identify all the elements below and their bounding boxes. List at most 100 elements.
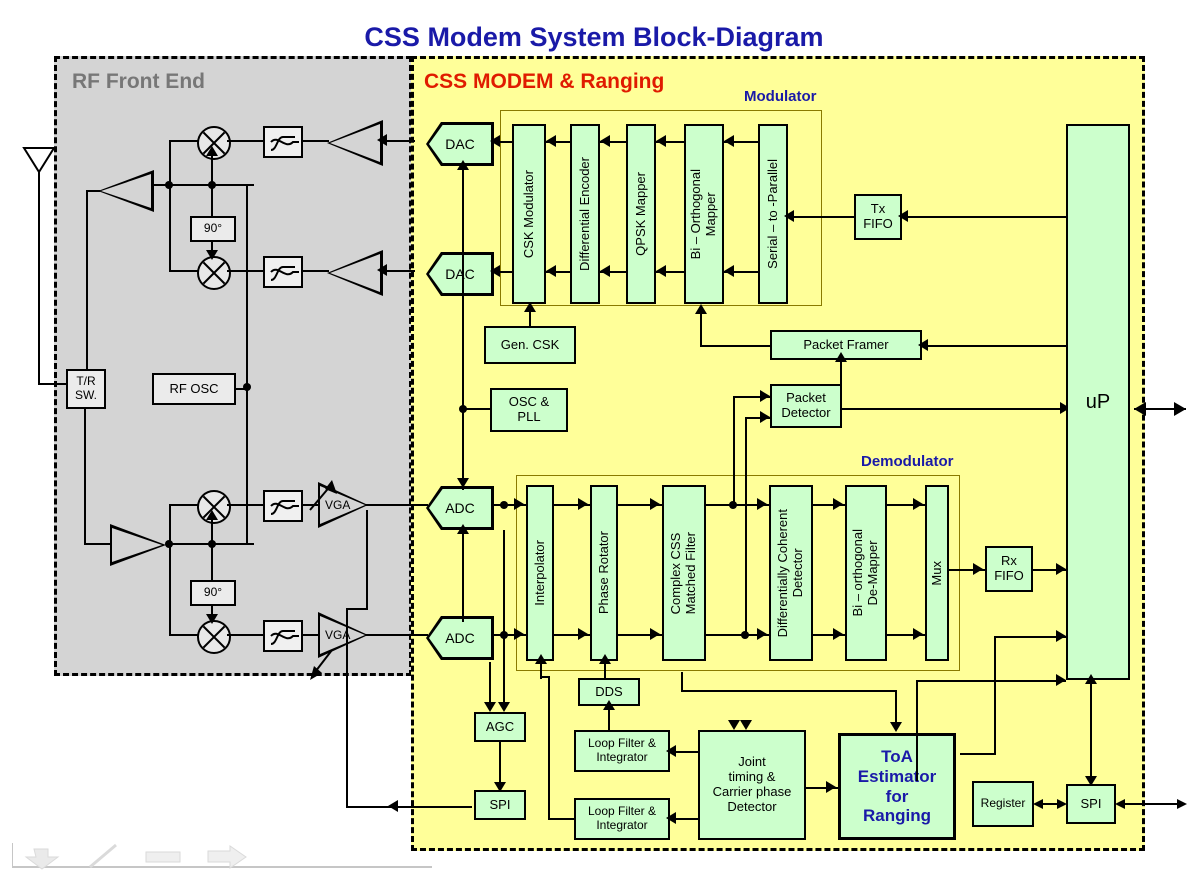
toa-trigger-arrow — [890, 722, 902, 732]
packet-detector-block[interactable]: Packet Detector — [770, 384, 842, 428]
demod-dcd-label: Differentially Coherent Detector — [775, 508, 805, 638]
s2p-in-arrow — [784, 210, 794, 222]
toa-trigger-src-v — [681, 672, 683, 692]
demod-block-differentially-coherent-detector[interactable]: Differentially Coherent Detector — [769, 485, 813, 661]
pd-in1-v — [733, 396, 735, 506]
toa-estimator-block[interactable]: ToA Estimator for Ranging — [838, 733, 956, 840]
mod-arrow-u1 — [490, 135, 500, 147]
rx-fifo-line2: FIFO — [994, 568, 1024, 583]
rx-phase-shift-label: 90° — [203, 585, 223, 600]
mod-arrow-u3 — [600, 135, 610, 147]
dm-u5-arrow — [913, 498, 923, 510]
dm-u1-arrow — [578, 498, 588, 510]
clk-dac-i-arrow — [457, 160, 469, 170]
lf2-to-interp-v — [548, 676, 550, 820]
joint-timing-detector-block[interactable]: Joint timing & Carrier phase Detector — [698, 730, 806, 840]
rx-osc-tap-h — [211, 543, 248, 545]
antenna-feed-line — [38, 170, 40, 385]
loop-filter-1-block[interactable]: Loop Filter & Integrator — [574, 730, 670, 772]
dac-q-to-amp — [383, 270, 415, 272]
loop-filter-2-block[interactable]: Loop Filter & Integrator — [574, 798, 670, 840]
agc-ctrl-h1 — [346, 608, 368, 610]
rx-mix-i-to-filt — [227, 504, 263, 506]
loop-filter-2-line2: Integrator — [596, 818, 648, 832]
adc-q-out-arrow — [514, 628, 524, 640]
rf-osc-block[interactable]: RF OSC — [152, 373, 236, 405]
joint-line3: Carrier phase — [712, 784, 792, 799]
mod-qpsk-label: QPSK Mapper — [632, 172, 648, 256]
rx-i-branch-v — [169, 504, 171, 546]
agc-in1-arrow — [484, 702, 496, 712]
tx-lo-q-arrow — [206, 250, 218, 260]
dm-u4-arrow — [833, 498, 843, 510]
mod-arrow-l1 — [490, 265, 500, 277]
spi-left-block[interactable]: SPI — [474, 790, 526, 820]
tx-mix-i-to-filt — [227, 140, 263, 142]
up-block[interactable]: uP — [1066, 124, 1130, 680]
agc-label: AGC — [485, 718, 515, 734]
mod-block-csk-modulator[interactable]: CSK Modulator — [512, 124, 546, 304]
demod-block-mux[interactable]: Mux — [925, 485, 949, 661]
dm-d3-dot — [741, 631, 749, 639]
spi-right-to-up-arrow-down — [1085, 776, 1097, 786]
loop-filter-1-line1: Loop Filter & — [587, 736, 657, 751]
rx-lo-q-arrow — [206, 614, 218, 624]
demod-block-complex-css-matched-filter[interactable]: Complex CSS Matched Filter — [662, 485, 706, 661]
tx-filt-i-to-amp — [303, 140, 329, 142]
osc-pll-block[interactable]: OSC & PLL — [490, 388, 568, 432]
joint-to-toa-arrow — [826, 781, 836, 793]
loop-filter-1-line2: Integrator — [596, 750, 648, 764]
rx-lo-v — [211, 543, 213, 581]
demod-block-bi-orthogonal-de-mapper[interactable]: Bi – orthogonal De-Mapper — [845, 485, 887, 661]
gen-csk-block[interactable]: Gen. CSK — [484, 326, 576, 364]
up-to-framer-arrow — [918, 339, 928, 351]
mod-block-bi-orthogonal-mapper[interactable]: Bi – Orthogonal Mapper — [684, 124, 724, 304]
rx-mixer-q — [197, 620, 231, 654]
agc-block[interactable]: AGC — [474, 712, 526, 742]
demod-interp-label: Interpolator — [531, 540, 547, 606]
toa-out-arrow — [1056, 630, 1066, 642]
lf2-to-interp-h — [548, 818, 574, 820]
demod-block-interpolator[interactable]: Interpolator — [526, 485, 554, 661]
gen-csk-label: Gen. CSK — [500, 336, 560, 352]
vga-q-out — [366, 634, 428, 636]
demod-block-phase-rotator[interactable]: Phase Rotator — [590, 485, 618, 661]
tx-fifo-block[interactable]: Tx FIFO — [854, 194, 902, 240]
mod-arrow-u2 — [546, 135, 556, 147]
lf1-to-dds-v — [608, 708, 610, 732]
spi-right-block[interactable]: SPI — [1066, 784, 1116, 824]
agc-ctrl-v1 — [366, 510, 368, 610]
vga-gain-arrow-i — [309, 480, 337, 511]
mod-s2p-label: Serial – to -Parallel — [764, 159, 780, 269]
tx-phase-shift-label: 90° — [203, 221, 223, 236]
rx-fifo-block[interactable]: Rx FIFO — [985, 546, 1033, 592]
adc-i-tap-dot — [500, 501, 508, 509]
modulator-label: Modulator — [744, 88, 817, 105]
up-label: uP — [1085, 390, 1111, 413]
tx-q-branch-h — [169, 270, 199, 272]
demod-fb-v — [916, 680, 918, 781]
pd-to-up-h — [842, 408, 1066, 410]
mod-block-differential-encoder[interactable]: Differential Encoder — [570, 124, 600, 304]
adc-q-clk-arrow — [457, 524, 469, 534]
txfifo-to-s2p-h — [822, 216, 854, 218]
tr-switch-block[interactable]: T/R SW. — [66, 369, 106, 409]
mod-arrow-l4 — [656, 265, 666, 277]
mod-block-qpsk-mapper[interactable]: QPSK Mapper — [626, 124, 656, 304]
joint-to-lf1-arrow — [666, 745, 676, 757]
dm-u2-arrow — [650, 498, 660, 510]
rx-lo-to-mix-i — [211, 520, 213, 544]
rx-fifo-line1: Rx — [1001, 553, 1017, 569]
gencsk-to-csk-v — [529, 310, 531, 328]
rx-filter-i — [263, 490, 303, 522]
dds-label: DDS — [595, 683, 623, 699]
rx-phase-shift-block: 90° — [190, 580, 236, 606]
dac-q-arrow — [377, 264, 387, 276]
register-block[interactable]: Register — [972, 781, 1034, 827]
agc-in1-v — [489, 662, 491, 704]
dm-d1-arrow — [578, 628, 588, 640]
agc-to-spi-v — [499, 742, 501, 784]
tx-lo-to-mixer-i — [211, 156, 213, 184]
rf-osc-label: RF OSC — [169, 380, 219, 396]
mod-arrow-l5 — [724, 265, 734, 277]
